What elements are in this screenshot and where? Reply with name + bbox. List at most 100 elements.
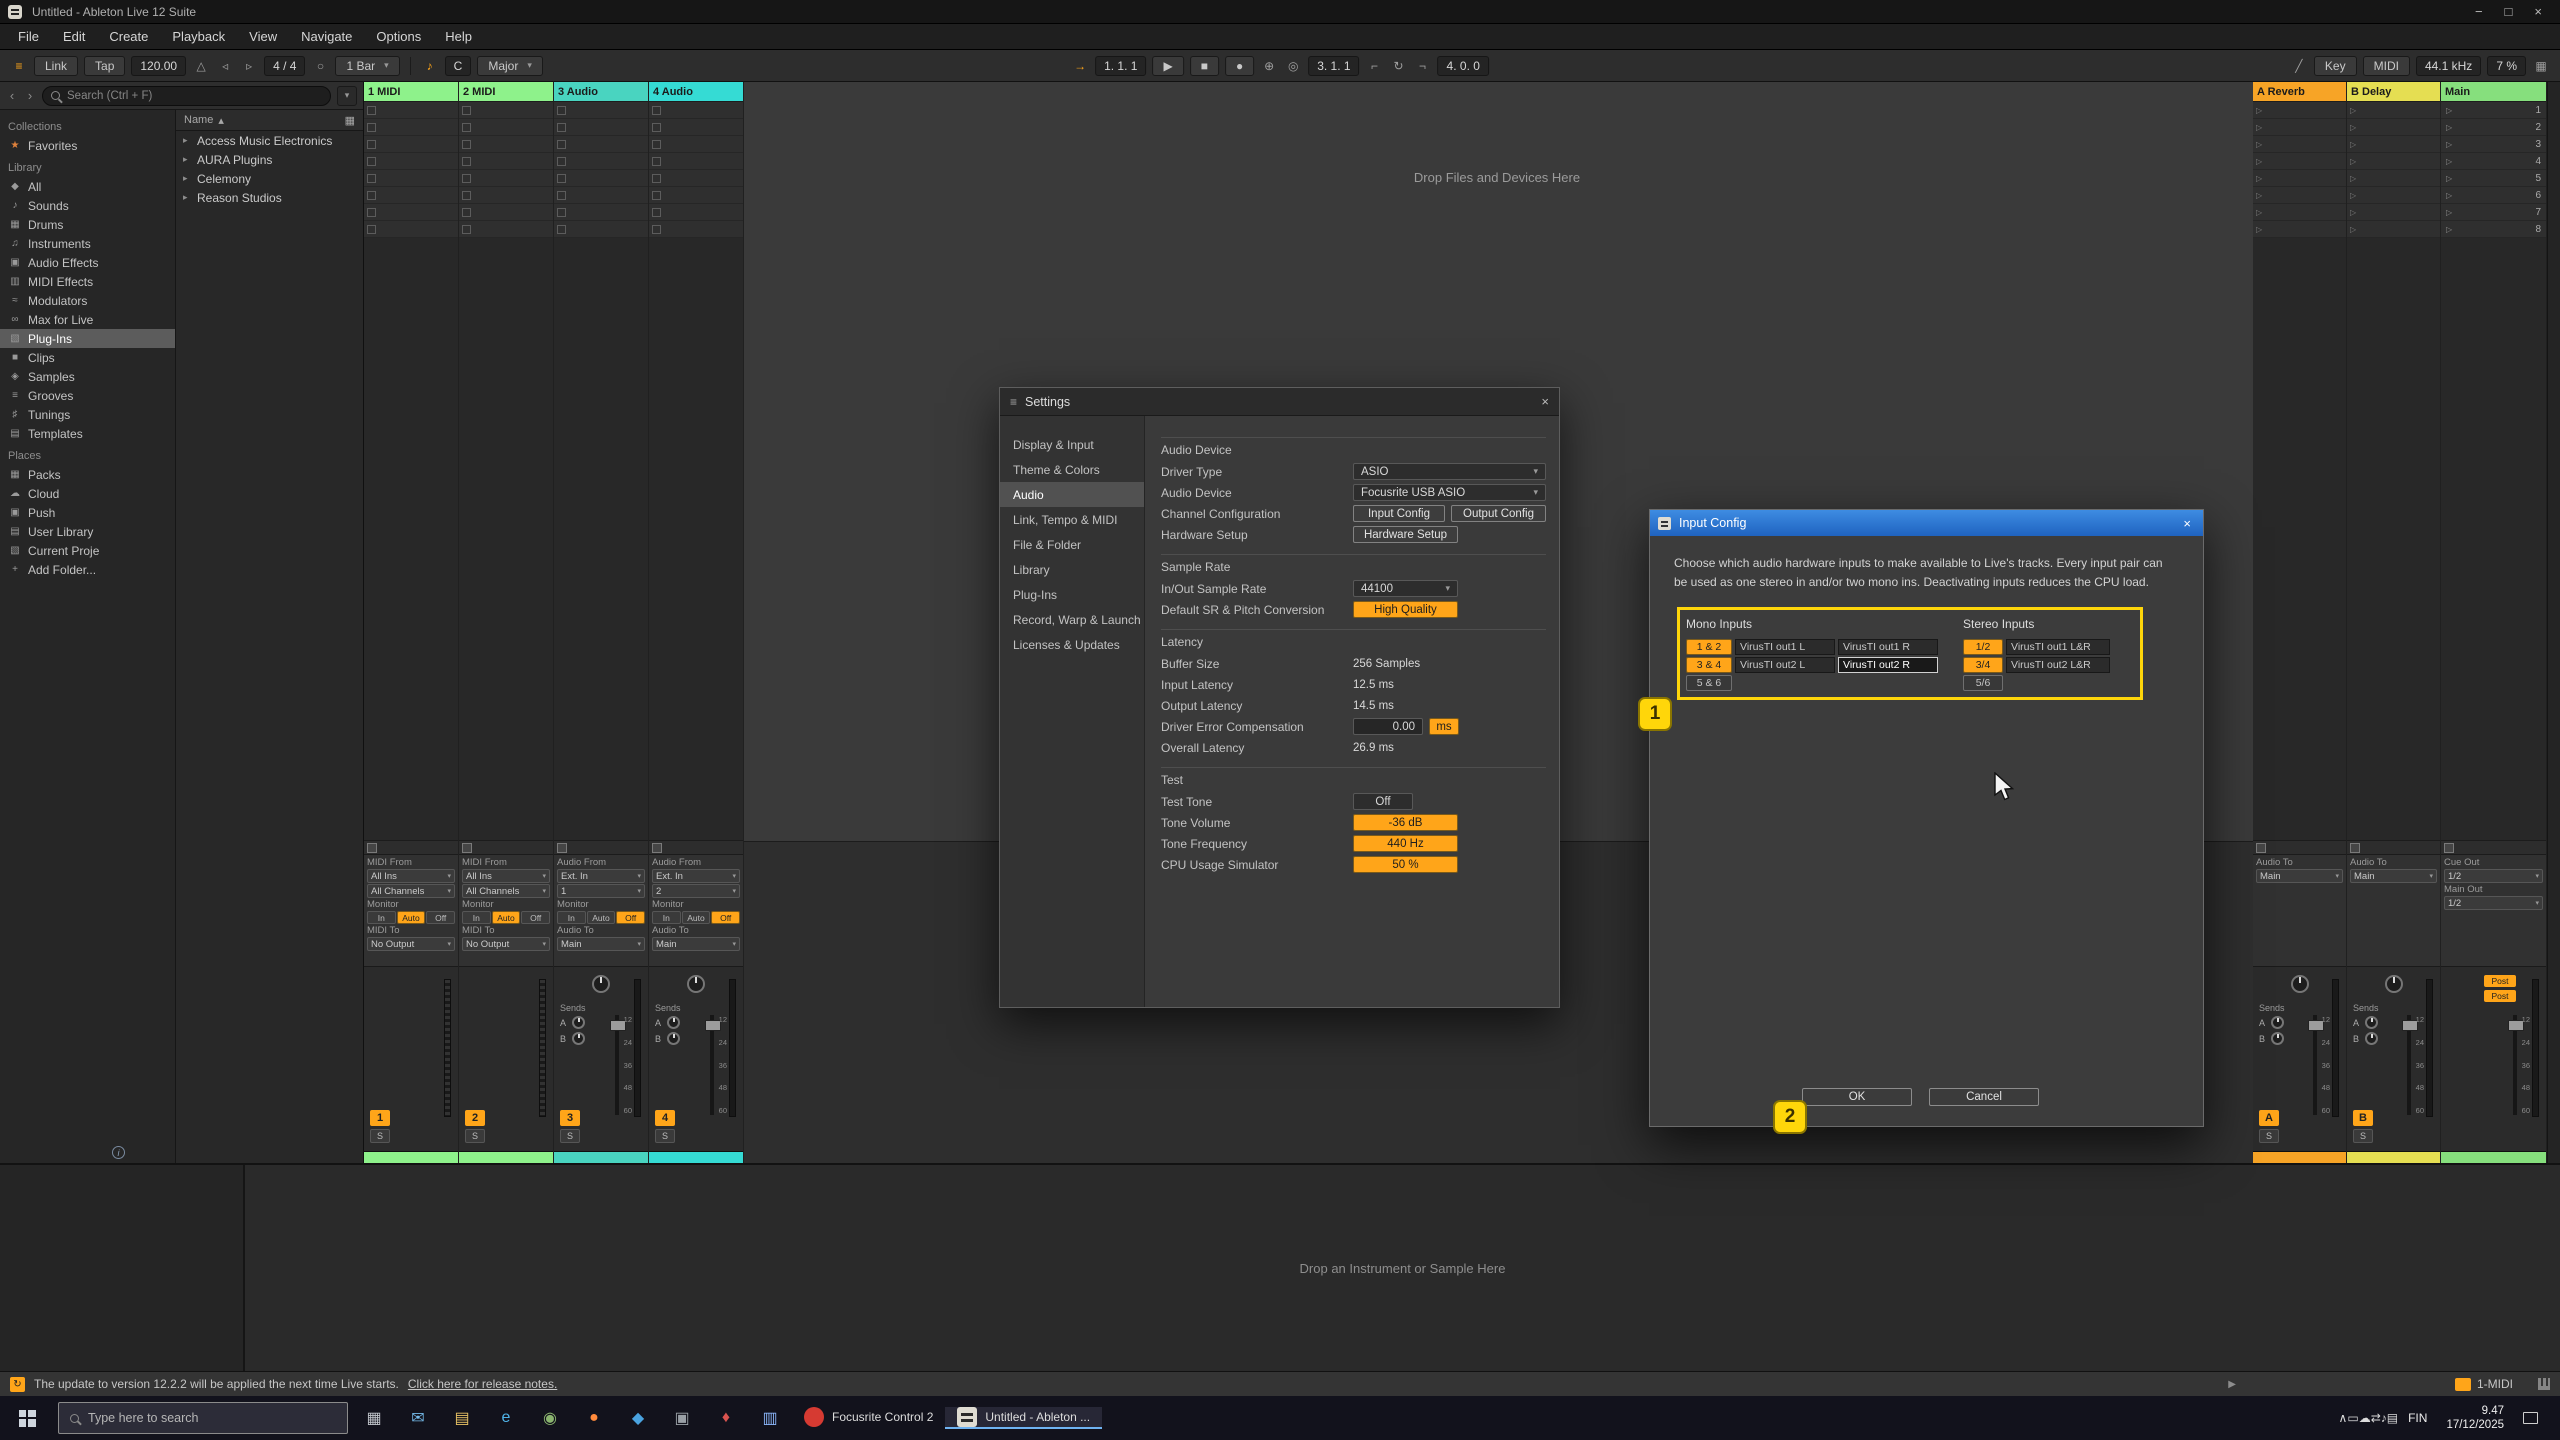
track-header[interactable]: 4 Audio [649,82,743,102]
clip-slot[interactable] [554,153,648,170]
solo-button[interactable]: S [2353,1129,2373,1143]
clip-slot[interactable] [364,153,458,170]
solo-button[interactable]: S [465,1129,485,1143]
sidebar-item[interactable]: ◈ Samples [0,367,175,386]
monitor-button[interactable]: Off [616,911,645,924]
monitor-button[interactable]: Auto [397,911,426,924]
scene-launch-slot[interactable]: 7 [2441,204,2546,221]
clip-stop-slot[interactable] [2347,102,2440,119]
scene-launch-slot[interactable]: 5 [2441,170,2546,187]
quantization-chooser[interactable]: 1 Bar▾ [335,56,399,76]
info-icon[interactable]: i [112,1146,125,1159]
settings-tab[interactable]: Licenses & Updates [1000,632,1144,657]
stop-all-clips-button[interactable] [459,840,553,854]
setting-value[interactable]: 256 Samples [1353,655,1420,672]
taskbar-app-icon[interactable]: ▤ [440,1396,484,1440]
time-signature-field[interactable]: 4 / 4 [264,56,305,76]
scene-launch-slot[interactable]: 3 [2441,136,2546,153]
scene-launch-slot[interactable]: 6 [2441,187,2546,204]
clip-slot[interactable] [364,170,458,187]
send-knob[interactable] [572,1032,585,1045]
close-icon[interactable]: × [2179,516,2195,531]
sidebar-item[interactable]: ▧ Current Proje [0,541,175,560]
cancel-button[interactable]: Cancel [1929,1088,2039,1106]
notification-center-button[interactable] [2515,1412,2545,1424]
setting-value[interactable]: 26.9 ms [1353,739,1394,756]
input-config-title-bar[interactable]: Input Config × [1650,510,2203,536]
clip-slot[interactable] [459,153,553,170]
taskbar-app-icon[interactable]: ◆ [616,1396,660,1440]
clip-slot[interactable] [364,119,458,136]
tray-icon[interactable]: ☁ [2359,1411,2371,1425]
punch-in-icon[interactable]: ⌐ [1366,59,1384,73]
grid-icon[interactable]: ▦ [2532,59,2550,73]
sidebar-item[interactable]: ♫ Instruments [0,234,175,253]
clip-stop-slot[interactable] [2253,153,2346,170]
monitor-button[interactable]: Off [521,911,550,924]
clip-slot[interactable] [459,221,553,238]
setting-value[interactable]: 44100 [1353,580,1458,597]
sidebar-item[interactable]: ∞ Max for Live [0,310,175,329]
clip-stop-slot[interactable] [2347,187,2440,204]
stop-all-clips-button[interactable] [554,840,648,854]
language-indicator[interactable]: FIN [2400,1411,2435,1425]
send-knob[interactable] [2365,1016,2378,1029]
scale-mode-icon[interactable]: ♪ [421,59,439,73]
clip-slot[interactable] [459,187,553,204]
clip-slot[interactable] [364,102,458,119]
filter-icon[interactable]: ▾ [337,86,357,106]
monitor-button[interactable]: Auto [587,911,616,924]
content-header-label[interactable]: Name [184,114,213,126]
ok-button[interactable]: OK [1802,1088,1912,1106]
search-input[interactable]: Search (Ctrl + F) [42,86,331,106]
taskbar-app-icon[interactable]: ◉ [528,1396,572,1440]
minimize-button[interactable]: − [2475,4,2483,19]
loop-length-field[interactable]: 4. 0. 0 [1438,56,1489,76]
back-icon[interactable]: ‹ [6,88,18,103]
clip-slot[interactable] [649,119,743,136]
monitor-button[interactable]: In [652,911,681,924]
nudge-down-icon[interactable]: ◃ [216,59,234,73]
overdub-icon[interactable]: ⊕ [1260,59,1278,73]
clip-stop-slot[interactable] [2347,170,2440,187]
stop-all-clips-button[interactable] [364,840,458,854]
draw-mode-icon[interactable]: ╱ [2290,59,2308,73]
tap-tempo-button[interactable]: Tap [84,56,125,76]
menu-item[interactable]: Edit [51,24,97,49]
input-channel-chooser[interactable]: 1 [557,884,645,898]
expand-chevron-icon[interactable]: ▸ [183,173,191,184]
settings-tab[interactable]: Library [1000,557,1144,582]
input-channel-chooser[interactable]: All Channels [462,884,550,898]
key-root-chooser[interactable]: C [445,56,472,76]
menu-item[interactable]: View [237,24,289,49]
setting-value[interactable]: 50 % [1353,856,1458,873]
track-header[interactable]: 2 MIDI [459,82,553,102]
send-knob[interactable] [2365,1032,2378,1045]
send-knob[interactable] [667,1016,680,1029]
menu-item[interactable]: Navigate [289,24,364,49]
menu-item[interactable]: File [6,24,51,49]
monitor-button[interactable]: In [557,911,586,924]
clip-stop-slot[interactable] [2347,221,2440,238]
settings-tab[interactable]: Link, Tempo & MIDI [1000,507,1144,532]
sidebar-item[interactable]: ▣ Push [0,503,175,522]
cue-out-chooser[interactable]: 1/2 [2444,869,2543,883]
send-post-toggle[interactable]: Post [2484,975,2516,987]
return-activator[interactable]: B [2353,1110,2373,1126]
taskbar-app-icon[interactable]: ▦ [352,1396,396,1440]
sidebar-item[interactable]: + Add Folder... [0,560,175,579]
solo-button[interactable]: S [370,1129,390,1143]
link-button[interactable]: Link [34,56,78,76]
solo-button[interactable]: S [560,1129,580,1143]
taskbar-app-button[interactable]: Untitled - Ableton ... [945,1407,1102,1429]
output-chooser[interactable]: Main [2350,869,2437,883]
volume-fader[interactable] [2313,1015,2317,1115]
list-item[interactable]: ▸ Access Music Electronics [176,131,363,150]
sidebar-item[interactable]: ▥ MIDI Effects [0,272,175,291]
nudge-up-icon[interactable]: ▹ [240,59,258,73]
clip-slot[interactable] [364,204,458,221]
settings-tab[interactable]: Audio [1000,482,1144,507]
taskbar-app-icon[interactable]: ▥ [748,1396,792,1440]
maximize-button[interactable]: □ [2505,4,2513,19]
clip-slot[interactable] [364,221,458,238]
